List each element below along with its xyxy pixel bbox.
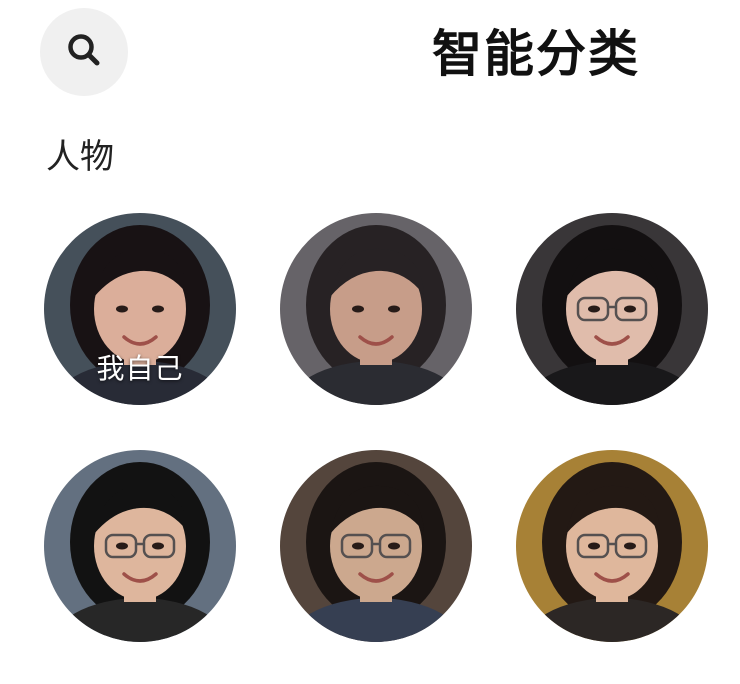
person-avatar[interactable] — [280, 450, 472, 642]
person-label: 我自己 — [96, 352, 184, 385]
person-avatar[interactable] — [516, 213, 708, 405]
person-avatar[interactable] — [516, 450, 708, 642]
avatar-photo — [44, 450, 236, 642]
avatar-photo — [516, 450, 708, 642]
avatar-photo — [516, 213, 708, 405]
avatar-photo — [280, 450, 472, 642]
person-avatar[interactable] — [44, 450, 236, 642]
people-grid: 我自己 — [0, 0, 740, 684]
person-avatar-me[interactable]: 我自己 — [44, 213, 236, 405]
person-avatar[interactable] — [280, 213, 472, 405]
avatar-photo — [280, 213, 472, 405]
